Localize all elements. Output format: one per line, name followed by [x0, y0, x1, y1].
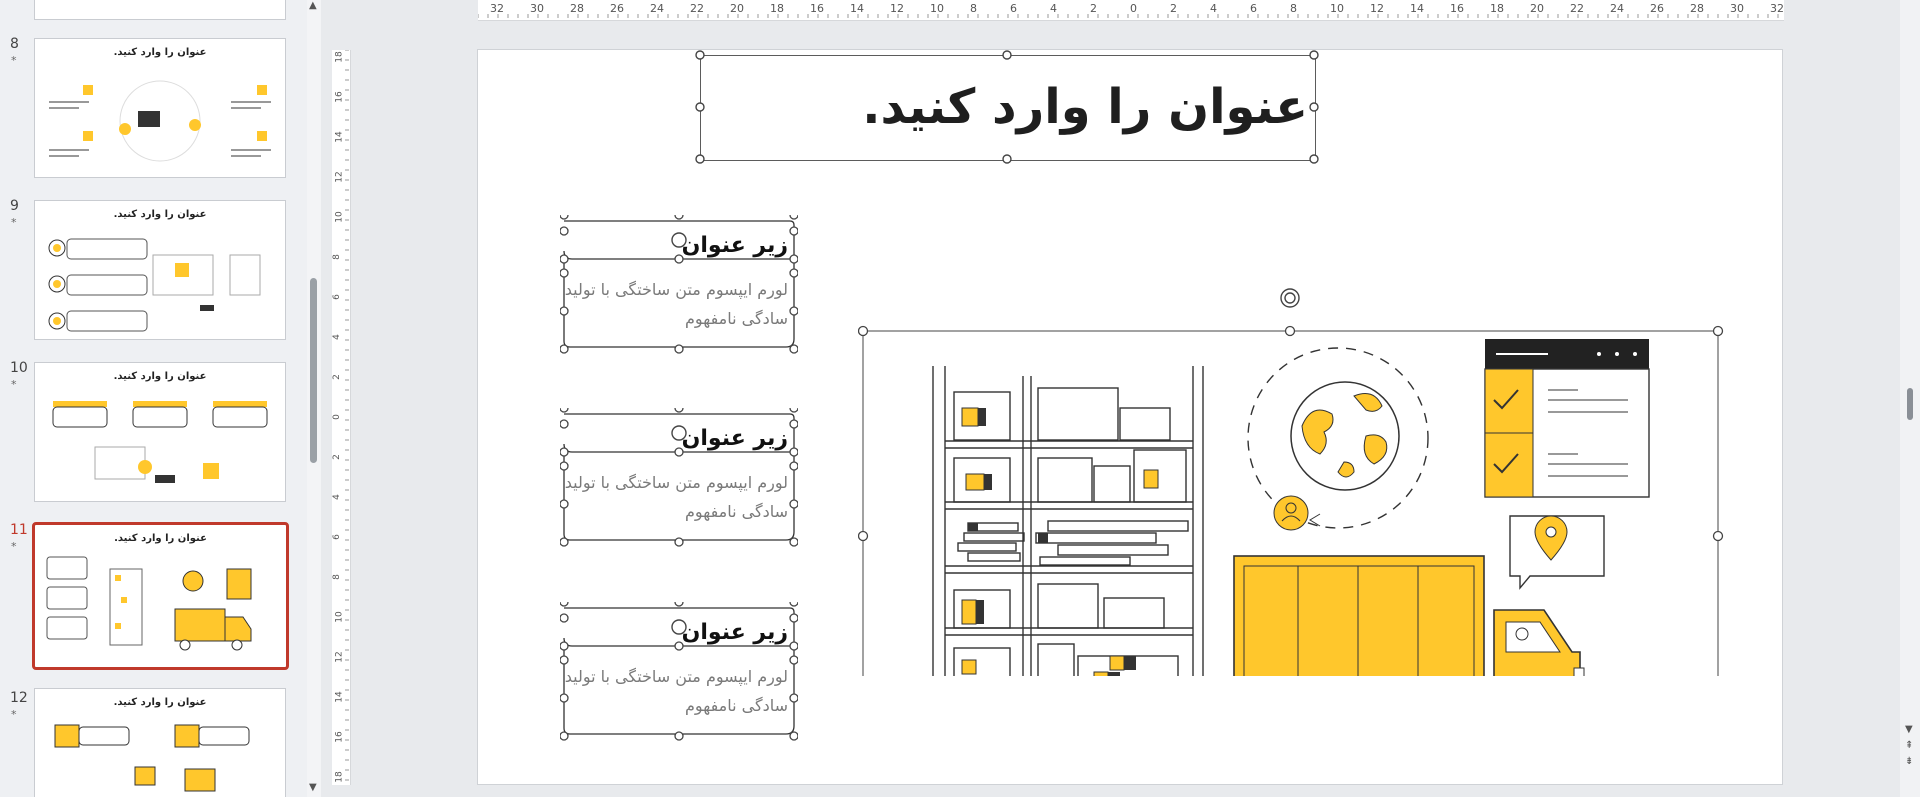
ruler-label: 20: [1530, 2, 1544, 15]
subtitle-heading[interactable]: زیر عنوان: [682, 620, 788, 645]
slide-thumbnail-11[interactable]: عنوان را وارد کنید.: [32, 522, 289, 670]
slide-thumbnail-8[interactable]: عنوان را وارد کنید.: [34, 38, 286, 178]
subtitle-block[interactable]: زیر عنوان لورم ایپسوم متن ساختگی با تولی…: [560, 215, 798, 355]
scroll-down-arrow-icon[interactable]: ▼: [1905, 724, 1913, 735]
ruler-label: 12: [1370, 2, 1384, 15]
scrollbar-thumb[interactable]: [310, 278, 317, 463]
ruler-label: 22: [690, 2, 704, 15]
ruler-label: 16: [334, 731, 345, 743]
ruler-label: 14: [334, 691, 345, 703]
horizontal-ruler[interactable]: 32 30 28 26 24 22 20 18 16 14 12 10 8 6 4 2 0 2 4 6 8 10 12 14 1…: [478, 0, 1784, 21]
ruler-label: 8: [1290, 2, 1297, 15]
slide-thumbnail-panel[interactable]: 8 * عنوان را وارد کنید. 9 * عنوان را وار…: [0, 0, 314, 797]
ruler-label: 2: [1170, 2, 1177, 15]
subtitle-body-text[interactable]: لورم ایپسوم متن ساختگی با تولید سادگی نا…: [564, 275, 788, 333]
ruler-label: 4: [1050, 2, 1057, 15]
ruler-label: 12: [890, 2, 904, 15]
thumbnail-scrollbar[interactable]: ▲ ▼: [307, 0, 321, 797]
ruler-label: 30: [530, 2, 544, 15]
ruler-label: 12: [334, 651, 345, 663]
subtitle-heading[interactable]: زیر عنوان: [682, 233, 788, 258]
ruler-label: 22: [1570, 2, 1584, 15]
next-slide-icon[interactable]: ⇟: [1905, 756, 1913, 767]
logistics-illustration[interactable]: [858, 236, 1728, 676]
ruler-label: 20: [730, 2, 744, 15]
ruler-label: 16: [810, 2, 824, 15]
ruler-label: 14: [1410, 2, 1424, 15]
slide-title[interactable]: عنوان را وارد کنید.: [700, 55, 1314, 159]
slide-thumbnail-10[interactable]: عنوان را وارد کنید.: [34, 362, 286, 502]
ruler-label: 18: [1490, 2, 1504, 15]
ruler-label: 12: [334, 171, 345, 183]
subtitle-body-text[interactable]: لورم ایپسوم متن ساختگی با تولید سادگی نا…: [564, 468, 788, 526]
ruler-label: 2: [1090, 2, 1097, 15]
subtitle-block[interactable]: زیر عنوان لورم ایپسوم متن ساختگی با تولی…: [560, 602, 798, 742]
ruler-label: 2: [331, 374, 342, 380]
ruler-label: 6: [1010, 2, 1017, 15]
ruler-label: 6: [331, 534, 342, 540]
ruler-label: 4: [331, 494, 342, 500]
slide-number: 10: [10, 360, 28, 376]
thumbnail-graphic: [54, 724, 250, 792]
ruler-label: 14: [850, 2, 864, 15]
animation-star-icon: *: [11, 54, 17, 67]
slide-number: 9: [10, 198, 19, 214]
slide-thumbnail-12[interactable]: عنوان را وارد کنید.: [34, 688, 286, 797]
ruler-label: 10: [334, 211, 345, 223]
ruler-label: 28: [570, 2, 584, 15]
subtitle-heading[interactable]: زیر عنوان: [682, 426, 788, 451]
animation-star-icon: *: [11, 540, 17, 553]
ruler-label: 28: [1690, 2, 1704, 15]
ruler-label: 6: [1250, 2, 1257, 15]
ruler-label: 26: [1650, 2, 1664, 15]
ruler-label: 32: [1770, 2, 1784, 15]
ruler-label: 16: [1450, 2, 1464, 15]
ruler-label: 4: [1210, 2, 1217, 15]
subtitle-block[interactable]: زیر عنوان لورم ایپسوم متن ساختگی با تولی…: [560, 408, 798, 548]
slide-thumbnail-9[interactable]: عنوان را وارد کنید.: [34, 200, 286, 340]
ruler-label: 2: [331, 454, 342, 460]
slide-thumbnail-partial[interactable]: [34, 0, 286, 20]
ruler-label: 26: [610, 2, 624, 15]
scrollbar-thumb[interactable]: [1907, 388, 1913, 420]
ruler-label: 10: [1330, 2, 1344, 15]
ruler-label: 18: [334, 51, 345, 63]
ruler-label: 0: [331, 414, 342, 420]
slide-canvas[interactable]: عنوان را وارد کنید. زیر عنوان لورم ایپسو…: [477, 49, 1783, 785]
ruler-label: 14: [334, 131, 345, 143]
ruler-label: 18: [770, 2, 784, 15]
animation-star-icon: *: [11, 708, 17, 721]
ruler-label: 6: [331, 294, 342, 300]
ruler-label: 10: [930, 2, 944, 15]
thumbnail-graphic: [46, 556, 252, 651]
animation-star-icon: *: [11, 216, 17, 229]
vertical-ruler[interactable]: 18 16 14 12 10 8 6 4 2 0 2 4 6 8 10 12 14 16 18: [332, 50, 351, 785]
ruler-label: 30: [1730, 2, 1744, 15]
ruler-label: 4: [331, 334, 342, 340]
ruler-label: 10: [334, 611, 345, 623]
thumbnail-graphic: [52, 401, 268, 483]
scroll-up-arrow-icon[interactable]: ▲: [309, 0, 317, 11]
slide-number: 11: [10, 522, 28, 538]
ruler-label: 8: [331, 254, 342, 260]
ruler-label: 18: [334, 771, 345, 783]
scroll-down-arrow-icon[interactable]: ▼: [309, 782, 317, 793]
subtitle-body-text[interactable]: لورم ایپسوم متن ساختگی با تولید سادگی نا…: [564, 662, 788, 720]
previous-slide-icon[interactable]: ⇞: [1905, 740, 1913, 751]
ruler-label: 24: [650, 2, 664, 15]
thumbnail-graphic: [48, 238, 261, 332]
ruler-label: 8: [970, 2, 977, 15]
slide-number: 12: [10, 690, 28, 706]
editor-scrollbar[interactable]: ▼ ⇞ ⇟: [1900, 0, 1920, 797]
slide-number: 8: [10, 36, 19, 52]
thumbnail-graphic: [49, 80, 271, 162]
ruler-label: 24: [1610, 2, 1624, 15]
ruler-label: 16: [334, 91, 345, 103]
ruler-label: 0: [1130, 2, 1137, 15]
ruler-label: 8: [331, 574, 342, 580]
ruler-label: 32: [490, 2, 504, 15]
animation-star-icon: *: [11, 378, 17, 391]
